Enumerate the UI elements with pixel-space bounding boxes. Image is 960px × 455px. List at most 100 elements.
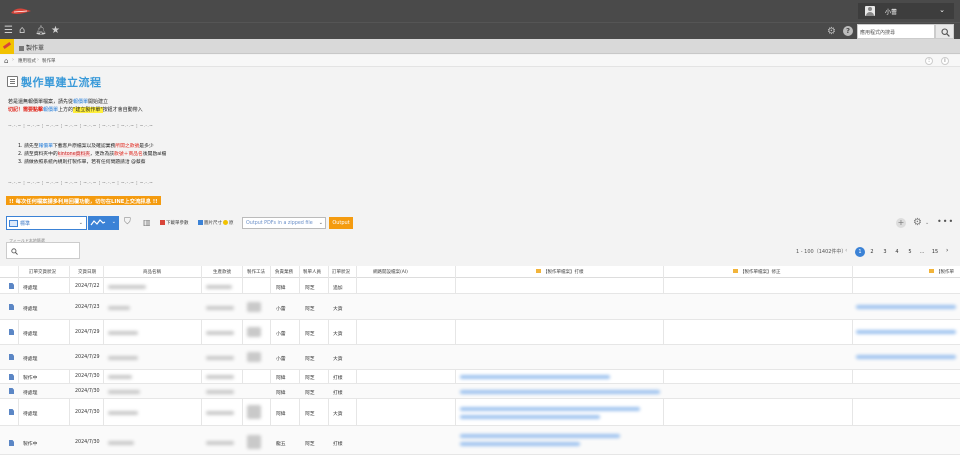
redacted-file: [856, 355, 956, 359]
smiley-icon: [223, 220, 228, 225]
column-header[interactable]: 交貨日期: [78, 269, 96, 275]
record-detail-icon[interactable]: [9, 409, 14, 415]
bar-chart-icon[interactable]: ▥: [143, 218, 151, 227]
graph-button[interactable]: ⌄: [88, 216, 119, 230]
order-maker: 阿芝: [305, 442, 315, 447]
view-select[interactable]: 標準 ⌄: [6, 216, 87, 230]
prev-page-icon[interactable]: ‹: [845, 247, 847, 254]
record-detail-icon[interactable]: [9, 388, 14, 394]
record-detail-icon[interactable]: [9, 329, 14, 335]
quote-link[interactable]: 報價單: [73, 99, 88, 105]
table-row[interactable]: 待處理 2024/7/29 小蕾 阿芝 大貨: [0, 345, 960, 370]
search-button[interactable]: [935, 24, 954, 39]
gear-icon[interactable]: ⚙: [913, 217, 922, 228]
home-icon[interactable]: ⌂: [4, 57, 8, 65]
pdf-output-select[interactable]: Output PDFs in a zipped file ⌄: [242, 217, 326, 229]
tab-label: 製作單: [26, 45, 45, 52]
chevron-down-icon: ⌄: [78, 220, 83, 226]
sales-rep: 阿緯: [276, 286, 286, 291]
delivery-status: 製作中: [23, 376, 38, 381]
star-icon[interactable]: ★: [51, 26, 60, 36]
column-header-label: 【製作單: [936, 270, 954, 275]
search-input[interactable]: 應用程式內搜尋: [857, 24, 935, 39]
breadcrumb-apps[interactable]: 應用程式: [18, 58, 36, 64]
redacted-file: [460, 415, 600, 419]
page-15[interactable]: 15: [930, 247, 940, 257]
column-header[interactable]: 製作工法: [247, 269, 265, 275]
next-page-icon[interactable]: ›: [946, 247, 948, 254]
view-label: 標準: [20, 221, 31, 227]
column-header[interactable]: 製單人員: [303, 269, 321, 275]
column-header[interactable]: 【製作單檔案】修正: [733, 269, 781, 275]
order-status: 大貨: [333, 357, 343, 362]
column-header[interactable]: 訂單交貨狀況: [29, 269, 56, 275]
page-4[interactable]: 4: [892, 247, 902, 257]
column-header[interactable]: 商品名稱: [143, 269, 161, 275]
add-record-button[interactable]: +: [896, 218, 906, 228]
page-2[interactable]: 2: [867, 247, 877, 257]
table-row[interactable]: 待處理 2024/7/30 阿緯 阿芝 大貨: [0, 399, 960, 426]
column-header[interactable]: 【製作單檔案】打樣: [536, 269, 584, 275]
table-row[interactable]: 製作中 2024/7/30 龍五 阿芝 打樣: [0, 426, 960, 455]
pdf-output-value: Output PDFs in a zipped file: [246, 221, 313, 226]
table-row[interactable]: 待處理 2024/7/22 阿緯 阿芝 追加: [0, 279, 960, 294]
more-options-icon[interactable]: •••: [937, 217, 954, 226]
home-icon[interactable]: ⌂: [19, 26, 25, 36]
intro-line-2: 切記！需要點擊報價單上方的"建立製作單"按鈕才會自動帶入: [8, 106, 143, 113]
chevron-down-icon[interactable]: ⌄: [925, 220, 929, 226]
table-row[interactable]: 待處理 2024/7/23 小蕾 阿芝 大貨: [0, 294, 960, 320]
line-chart-icon: [90, 219, 106, 226]
highlight-text: "建立製作單": [73, 107, 103, 113]
quote-link[interactable]: 報價單: [39, 144, 53, 149]
field-filter-input[interactable]: [6, 242, 80, 259]
pencil-icon[interactable]: [0, 39, 14, 54]
record-detail-icon[interactable]: [9, 304, 14, 310]
settings-link-icon[interactable]: ⁝: [925, 57, 933, 65]
redacted-product: [108, 285, 146, 289]
sales-rep: 龍五: [276, 442, 286, 447]
delivery-status: 製作中: [23, 442, 38, 447]
download-params-button[interactable]: 下載單參數: [160, 220, 189, 226]
page-5[interactable]: 5: [905, 247, 915, 257]
filter-icon[interactable]: ⛉: [124, 218, 131, 227]
menu-icon[interactable]: ☰: [4, 26, 13, 36]
decorative-divider: ~.-.~ ¦ ~.-.~ ¦ ~.-.~ ¦ ~.-.~ ¦ ~.-.~ ¦ …: [8, 181, 154, 186]
table-row[interactable]: 製作中 2024/7/30 阿緯 阿芝 打樣: [0, 370, 960, 384]
column-header[interactable]: 訂單狀況: [332, 269, 350, 275]
company-logo[interactable]: [10, 7, 32, 15]
sales-rep: 小蕾: [276, 307, 286, 312]
gear-icon[interactable]: ⚙: [827, 26, 836, 37]
delivery-date: 2024/7/29: [75, 330, 100, 335]
column-header[interactable]: 網路開設檔案(AI): [373, 269, 408, 275]
intro-text: 若是還無報價單檔案，請先從: [8, 99, 74, 105]
table-row[interactable]: 待處理 2024/7/29 小蕾 阿芝 大貨: [0, 320, 960, 345]
redacted-file: [460, 390, 660, 394]
redacted-code: [206, 390, 234, 394]
info-icon[interactable]: i: [941, 57, 949, 65]
help-icon[interactable]: ?: [843, 26, 853, 36]
delivery-date: 2024/7/30: [75, 374, 100, 379]
image-size-button[interactable]: 圖片尺寸 原: [198, 220, 234, 226]
column-header-label: 【製作單檔案】打樣: [543, 270, 584, 275]
image-icon: [198, 220, 203, 225]
quote-link[interactable]: 報價單: [43, 107, 58, 113]
delivery-date: 2024/7/23: [75, 305, 100, 310]
column-header[interactable]: 【製作單: [929, 269, 954, 275]
page-3[interactable]: 3: [880, 247, 890, 257]
redacted-file: [460, 375, 610, 379]
order-status: 大貨: [333, 412, 343, 417]
column-header[interactable]: 負責業務: [275, 269, 293, 275]
tab-app[interactable]: 製作單: [19, 43, 44, 52]
bell-icon[interactable]: 🔔︎: [35, 26, 46, 36]
record-detail-icon[interactable]: [9, 440, 14, 446]
record-detail-icon[interactable]: [9, 374, 14, 380]
page-1[interactable]: 1: [855, 247, 865, 257]
column-header[interactable]: 生產款號: [213, 269, 231, 275]
table-row[interactable]: 待處理 2024/7/30 阿緯 阿芝 打樣: [0, 384, 960, 399]
user-menu[interactable]: 小蕾 ⌄: [858, 3, 954, 19]
step-1: 1. 請先至報價單下載客戶原檔案以及確認業務所開之款號是多少: [18, 142, 154, 149]
record-detail-icon[interactable]: [9, 354, 14, 360]
record-detail-icon[interactable]: [9, 283, 14, 289]
output-button[interactable]: Output: [329, 217, 353, 229]
breadcrumb-current[interactable]: 製作單: [42, 58, 56, 64]
